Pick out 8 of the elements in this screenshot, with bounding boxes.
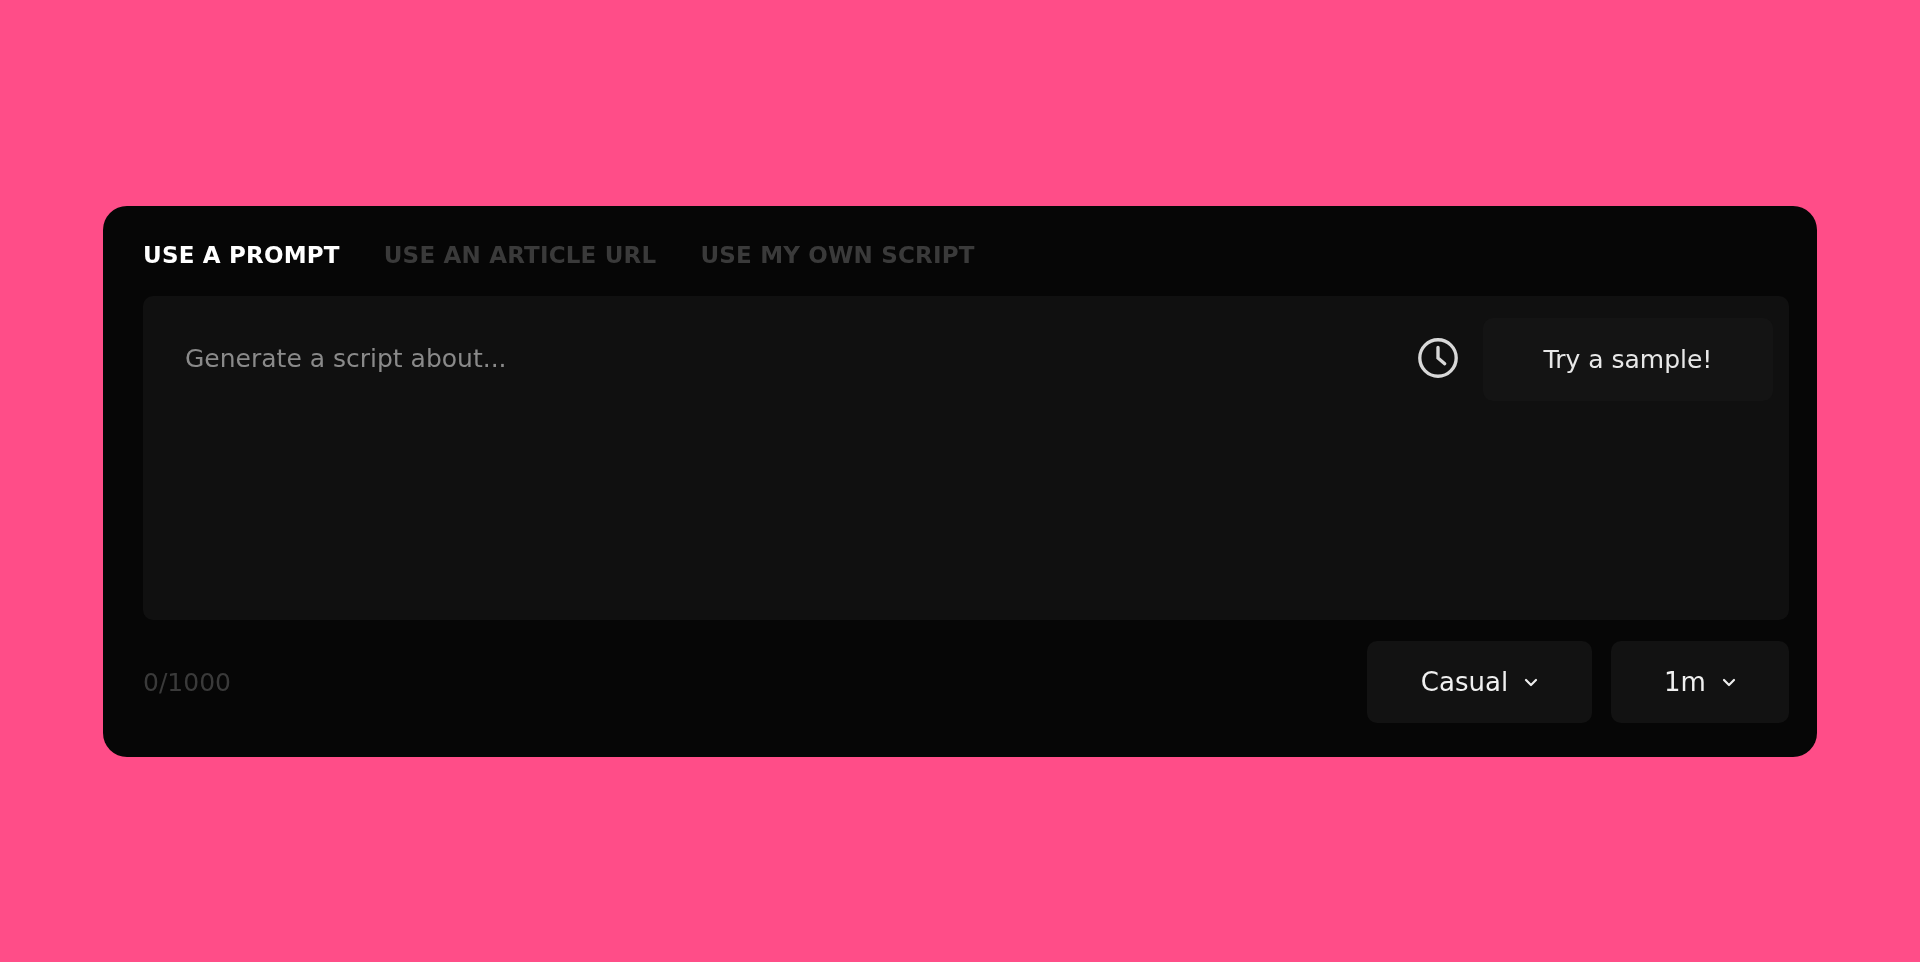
caret-icon: [1524, 677, 1539, 687]
caret-icon: [1721, 677, 1736, 687]
history-icon[interactable]: [1415, 335, 1461, 381]
dropdown[interactable]: Casual: [1367, 641, 1592, 723]
sample-button[interactable]: Try a sample!: [1483, 318, 1773, 401]
dropdown[interactable]: 1m: [1611, 641, 1789, 723]
prompt-field[interactable]: Generate a script about... Try a sample!: [143, 296, 1789, 620]
tab[interactable]: USE A PROMPT: [143, 242, 340, 268]
